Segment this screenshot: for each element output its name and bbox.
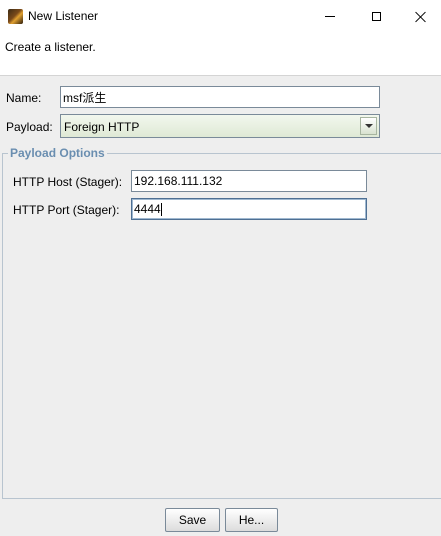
http-host-label: HTTP Host (Stager): (13, 175, 123, 189)
name-label: Name: (6, 91, 42, 105)
name-input[interactable] (60, 86, 380, 108)
close-button[interactable] (398, 0, 441, 33)
minimize-button[interactable] (307, 0, 353, 33)
minimize-icon (325, 16, 335, 17)
close-icon (415, 11, 427, 23)
maximize-icon (371, 12, 381, 21)
payload-label: Payload: (6, 120, 53, 134)
maximize-button[interactable] (353, 0, 399, 33)
app-icon (8, 9, 23, 24)
payload-selected-value: Foreign HTTP (64, 120, 140, 134)
payload-select[interactable]: Foreign HTTP (60, 114, 380, 138)
title-bar[interactable]: New Listener (0, 0, 441, 33)
description-panel: Create a listener. (0, 33, 441, 76)
http-port-input[interactable] (131, 198, 367, 220)
description-text: Create a listener. (5, 40, 96, 54)
payload-options-title: Payload Options (8, 146, 107, 160)
payload-dropdown-button[interactable] (360, 117, 377, 135)
help-button[interactable]: He... (225, 508, 278, 532)
http-port-label: HTTP Port (Stager): (13, 203, 120, 217)
new-listener-window: New Listener Create a listener. Name: Pa… (0, 0, 441, 536)
http-host-input[interactable] (131, 170, 367, 192)
window-title: New Listener (28, 9, 99, 23)
chevron-down-icon (364, 124, 373, 128)
text-caret (161, 203, 162, 216)
save-button[interactable]: Save (165, 508, 220, 532)
